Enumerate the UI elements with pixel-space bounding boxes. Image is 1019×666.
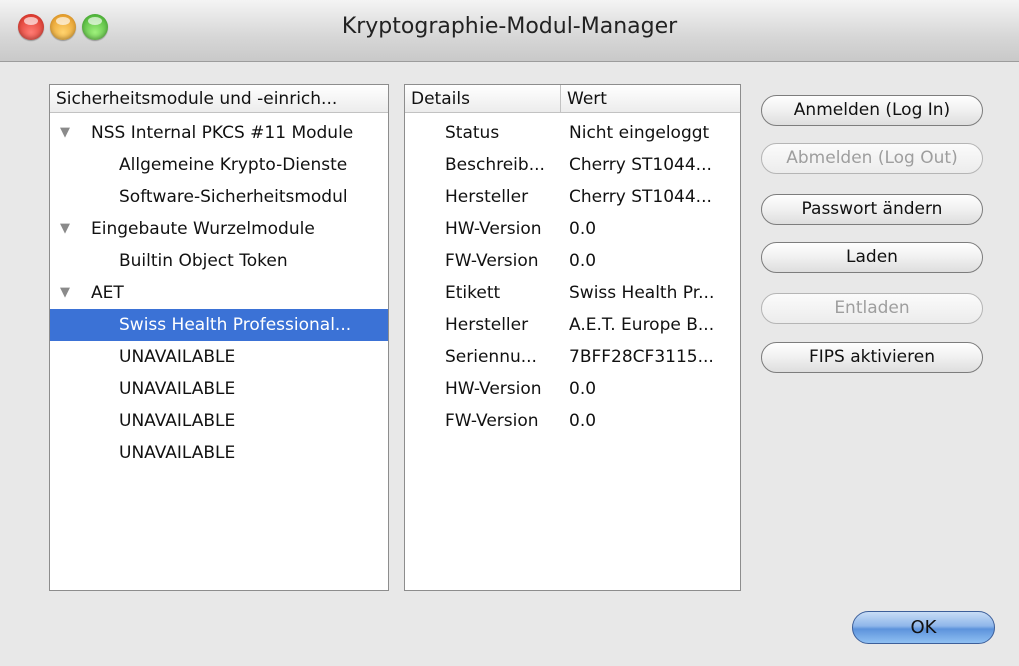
window-title: Kryptographie-Modul-Manager [341,14,678,39]
tree-row-unavailable[interactable]: UNAVAILABLE [50,437,388,469]
details-row[interactable]: Hersteller A.E.T. Europe B... [405,309,740,341]
ok-button[interactable]: OK [852,611,995,644]
tree-row-unavailable[interactable]: UNAVAILABLE [50,341,388,373]
details-value: 0.0 [569,219,597,239]
tree-row-label: Swiss Health Professional... [119,315,352,335]
fips-enable-button[interactable]: FIPS aktivieren [761,342,983,373]
details-row[interactable]: HW-Version 0.0 [405,373,740,405]
details-value: Swiss Health Pr... [569,283,715,303]
details-value: A.E.T. Europe B... [569,315,715,335]
details-row[interactable]: FW-Version 0.0 [405,405,740,437]
tree-row-unavailable[interactable]: UNAVAILABLE [50,405,388,437]
tree-row-nss-internal[interactable]: ▼ NSS Internal PKCS #11 Module [50,117,388,149]
tree-row-label: UNAVAILABLE [119,443,236,463]
tree-row-label: UNAVAILABLE [119,347,236,367]
column-header-modules[interactable]: Sicherheitsmodule und -einrich... [50,85,388,113]
tree-row-unavailable[interactable]: UNAVAILABLE [50,373,388,405]
tree-row-label: Eingebaute Wurzelmodule [91,219,315,239]
title-bar[interactable]: Kryptographie-Modul-Manager [0,0,1019,62]
details-value: 0.0 [569,379,597,399]
unload-button[interactable]: Entladen [761,293,983,324]
details-key: Hersteller [445,187,529,207]
login-button[interactable]: Anmelden (Log In) [761,95,983,126]
logout-button[interactable]: Abmelden (Log Out) [761,143,983,174]
details-value: 0.0 [569,251,597,271]
disclosure-triangle-icon[interactable]: ▼ [60,213,70,245]
column-header-details[interactable]: Details [405,85,561,113]
details-value: Nicht eingeloggt [569,123,710,143]
tree-row-label: Allgemeine Krypto-Dienste [119,155,348,175]
details-key: HW-Version [445,379,542,399]
tree-row-software[interactable]: Software-Sicherheitsmodul [50,181,388,213]
tree-row-allgemeine[interactable]: Allgemeine Krypto-Dienste [50,149,388,181]
details-row[interactable]: Status Nicht eingeloggt [405,117,740,149]
crypto-module-manager-window: Kryptographie-Modul-Manager Sicherheitsm… [0,0,1019,666]
tree-row-aet[interactable]: ▼ AET [50,277,388,309]
security-modules-list[interactable]: Sicherheitsmodule und -einrich... ▼ NSS … [49,84,389,591]
tree-row-label: Builtin Object Token [119,251,288,271]
details-key: Seriennu... [445,347,537,367]
details-key: Hersteller [445,315,529,335]
disclosure-triangle-icon[interactable]: ▼ [60,117,70,149]
tree-row-swiss-health-selected[interactable]: Swiss Health Professional... [50,309,388,341]
details-row[interactable]: Etikett Swiss Health Pr... [405,277,740,309]
tree-row-builtin[interactable]: Builtin Object Token [50,245,388,277]
tree-row-eingebaute[interactable]: ▼ Eingebaute Wurzelmodule [50,213,388,245]
details-key: FW-Version [445,411,539,431]
details-row[interactable]: HW-Version 0.0 [405,213,740,245]
details-value: Cherry ST1044... [569,155,712,175]
details-key: Status [445,123,500,143]
load-button[interactable]: Laden [761,242,983,273]
details-row[interactable]: FW-Version 0.0 [405,245,740,277]
tree-row-label: Software-Sicherheitsmodul [119,187,348,207]
details-key: HW-Version [445,219,542,239]
tree-row-label: AET [91,283,124,303]
details-value: Cherry ST1044... [569,187,712,207]
details-row[interactable]: Beschreib... Cherry ST1044... [405,149,740,181]
tree-row-label: NSS Internal PKCS #11 Module [91,123,354,143]
details-row[interactable]: Seriennu... 7BFF28CF3115... [405,341,740,373]
details-key: FW-Version [445,251,539,271]
details-row[interactable]: Hersteller Cherry ST1044... [405,181,740,213]
tree-row-label: UNAVAILABLE [119,411,236,431]
details-value: 7BFF28CF3115... [569,347,714,367]
details-key: Etikett [445,283,501,303]
details-table[interactable]: Details Wert Status Nicht eingeloggt Bes… [404,84,741,591]
change-password-button[interactable]: Passwort ändern [761,194,983,225]
column-header-value[interactable]: Wert [561,85,740,113]
tree-row-label: UNAVAILABLE [119,379,236,399]
details-key: Beschreib... [445,155,545,175]
details-value: 0.0 [569,411,597,431]
disclosure-triangle-icon[interactable]: ▼ [60,277,70,309]
